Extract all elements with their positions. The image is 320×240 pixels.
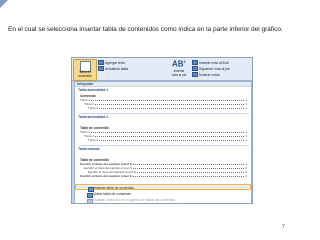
divider [79,145,249,146]
toc-button-label-line2: contenido [78,73,92,78]
toc-gallery-dropdown: Integrado Tabla automática 1 Contenido T… [74,81,252,203]
show-notes-label: Mostrar notas [199,72,220,77]
insert-table-of-contents-menu-item[interactable]: Insertar tabla de contenido... [75,184,251,192]
add-text-label: Agregar texto [105,60,126,65]
gallery-item-tabla-automatica-2[interactable]: Tabla automática 2 [78,115,108,119]
show-notes-icon [192,72,198,77]
save-selection-to-gallery-menu-item[interactable]: Guardar selección en la galería de tabla… [75,197,251,203]
save-selection-icon [87,198,93,203]
corner-triangle-icon [0,0,8,8]
page-number: 7 [282,224,285,230]
gallery-item-tabla-manual[interactable]: Tabla manual [78,147,99,151]
section-integrado: Integrado [75,82,251,87]
next-footnote-label: Siguiente nota al pie [199,66,230,71]
table-of-contents-button[interactable]: Tabla de contenido [73,59,97,81]
insert-footnote-button[interactable]: AB1 Insertar nota al pie [168,59,188,79]
insert-endnote-label: Insertar nota al final [199,60,229,65]
references-ribbon: Tabla de contenido Agregar texto Actuali… [72,58,252,81]
ab-footnote-icon: AB1 [172,59,186,69]
insert-endnote-button[interactable]: Insertar nota al final [192,60,229,65]
word-screenshot: Tabla de contenido Agregar texto Actuali… [71,57,253,204]
gallery-item-tabla-automatica-1[interactable]: Tabla automática 1 [78,88,108,92]
next-footnote-button[interactable]: Siguiente nota al pie [192,66,230,71]
add-text-icon [98,60,104,65]
toc-line: Escribir el título del capítulo (nivel 1… [80,174,247,178]
insert-footnote-label-line2: nota al pie [171,72,187,77]
toc-line: Título 31 [88,138,247,142]
slide-caption: En el cual se selecciona insertar tabla … [8,26,283,33]
update-table-button[interactable]: Actualizar tabla [98,66,128,71]
add-text-button[interactable]: Agregar texto [98,60,125,65]
update-table-label: Actualizar tabla [105,66,129,71]
next-footnote-icon [192,66,198,71]
toc-line: Título 31 [88,106,247,110]
insert-endnote-icon [192,60,198,65]
update-table-icon [98,66,104,71]
divider [79,113,249,114]
show-notes-button[interactable]: Mostrar notas [192,72,220,77]
